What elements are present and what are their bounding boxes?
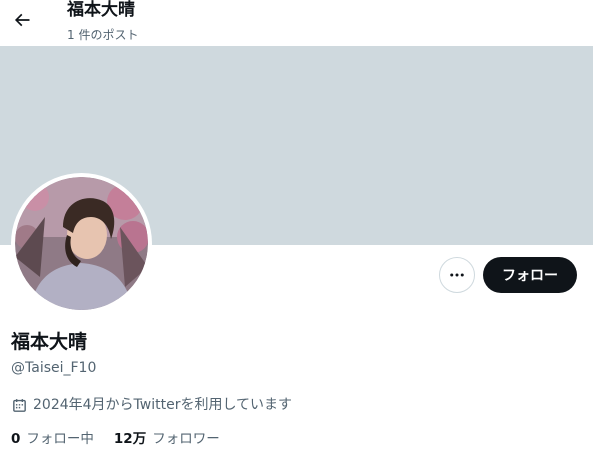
display-name: 福本大晴: [11, 331, 88, 353]
top-bar: 福本大晴 1 件のポスト: [0, 0, 593, 46]
followers-label: フォロワー: [152, 431, 220, 447]
avatar[interactable]: [11, 173, 152, 314]
header-post-count: 1 件のポスト: [67, 28, 139, 42]
user-handle: @Taisei_F10: [11, 360, 97, 376]
followers-link[interactable]: 12万 フォロワー: [114, 430, 220, 448]
more-dots-icon: [450, 273, 464, 277]
back-button[interactable]: [8, 6, 36, 34]
header-name: 福本大晴: [67, 0, 135, 20]
followers-count: 12万: [113, 431, 147, 447]
profile-stats: 0 フォロー中 12万 フォロワー: [11, 430, 240, 448]
calendar-icon: [11, 397, 28, 414]
joined-date: 2024年4月からTwitterを利用しています: [11, 395, 292, 415]
back-arrow-icon: [14, 13, 30, 27]
avatar-photo: [15, 177, 148, 310]
following-label: フォロー中: [26, 431, 94, 447]
following-count: 0: [11, 431, 21, 447]
joined-text: 2024年4月からTwitterを利用しています: [33, 397, 293, 413]
follow-button[interactable]: フォロー: [483, 257, 577, 293]
following-link[interactable]: 0 フォロー中: [11, 430, 94, 448]
more-button[interactable]: [439, 257, 475, 293]
